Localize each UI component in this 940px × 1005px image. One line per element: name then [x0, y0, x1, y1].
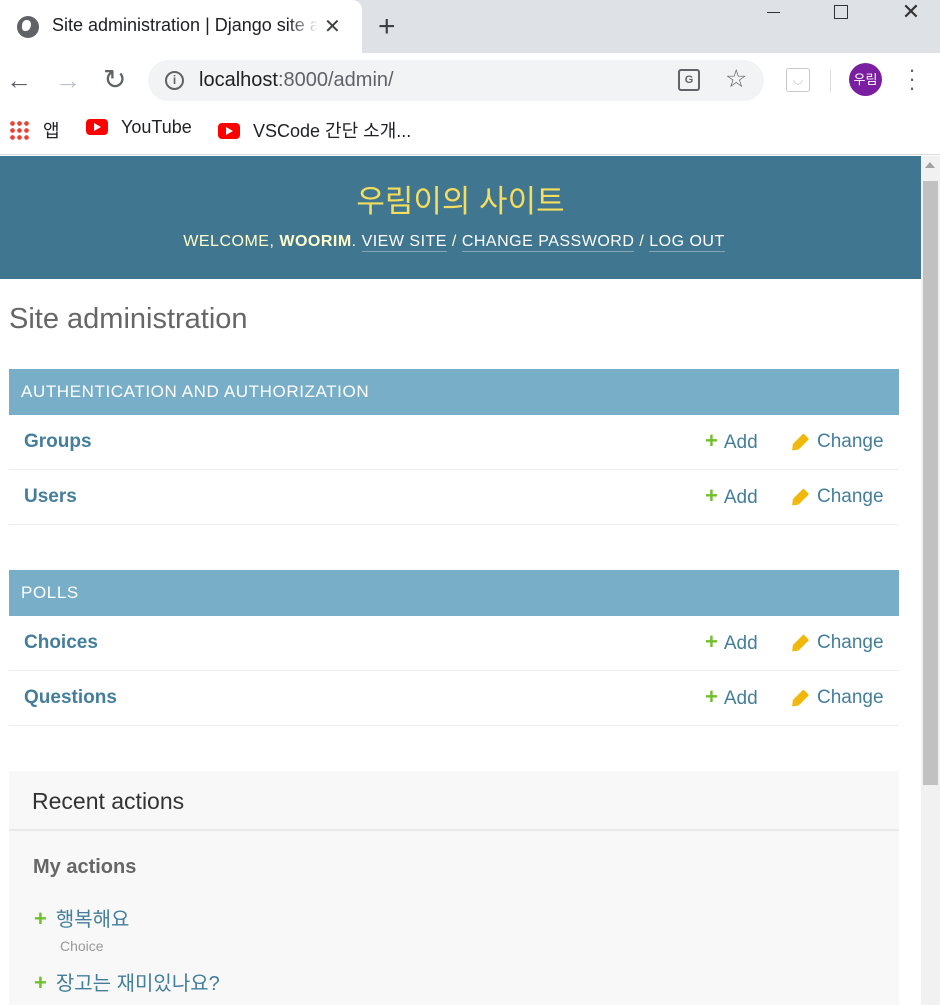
- pencil-icon: [792, 433, 810, 450]
- bookmarks-bar: 앱 YouTube VSCode 간단 소개...: [0, 105, 940, 155]
- apps-grid-icon: [9, 120, 29, 140]
- table-row: Users + Add Change: [9, 470, 899, 525]
- page-viewport: 우림이의 사이트 Welcome, woorim. View site / Ch…: [0, 156, 940, 1005]
- list-item: + 행복해요 Choice: [34, 903, 129, 955]
- browser-tab-strip: Site administration | Django site admin …: [0, 0, 940, 53]
- extension-icon[interactable]: ◡: [786, 68, 810, 92]
- scrollbar-thumb[interactable]: [923, 181, 938, 785]
- add-groups-link[interactable]: + Add: [705, 428, 758, 454]
- plus-icon: +: [705, 428, 718, 453]
- plus-icon: +: [34, 906, 47, 931]
- bookmark-star-icon[interactable]: ☆: [725, 64, 747, 94]
- back-arrow-icon[interactable]: ←: [6, 65, 32, 96]
- model-link-groups[interactable]: Groups: [24, 431, 92, 453]
- page-title: Site administration: [9, 303, 248, 335]
- site-name[interactable]: 우림이의 사이트: [0, 176, 921, 221]
- plus-icon: +: [705, 684, 718, 709]
- django-header: 우림이의 사이트 Welcome, woorim. View site / Ch…: [0, 156, 921, 279]
- profile-avatar[interactable]: 우림: [849, 63, 882, 96]
- browser-toolbar: ← → ↻ i localhost:8000/admin/ G ☆ ◡ 우림 ·…: [0, 53, 940, 105]
- my-actions-heading: My actions: [33, 856, 137, 878]
- bookmark-vscode[interactable]: VSCode 간단 소개...: [218, 117, 411, 143]
- user-tools: Welcome, woorim. View site / Change pass…: [183, 233, 725, 252]
- globe-icon: [17, 16, 39, 38]
- scroll-up-arrow-icon[interactable]: [925, 162, 935, 168]
- url-text[interactable]: localhost:8000/admin/: [199, 69, 394, 92]
- forward-arrow-icon[interactable]: →: [55, 65, 81, 96]
- recent-actions-title: Recent actions: [9, 771, 899, 831]
- bookmark-youtube[interactable]: YouTube: [86, 117, 192, 138]
- username: woorim: [279, 233, 352, 250]
- window-maximize-button[interactable]: [818, 0, 864, 28]
- module-caption[interactable]: Polls: [9, 570, 899, 616]
- table-row: Choices + Add Change: [9, 616, 899, 671]
- welcome-text: Welcome,: [183, 233, 275, 250]
- change-questions-link[interactable]: Change: [792, 687, 884, 709]
- add-choices-link[interactable]: + Add: [705, 629, 758, 655]
- reload-icon[interactable]: ↻: [103, 63, 126, 96]
- youtube-icon: [86, 119, 108, 135]
- add-users-link[interactable]: + Add: [705, 483, 758, 509]
- address-bar[interactable]: i localhost:8000/admin/ G ☆: [148, 60, 764, 101]
- tab-title: Site administration | Django site admin: [52, 15, 318, 36]
- log-out-link[interactable]: Log out: [649, 233, 725, 252]
- plus-icon: +: [705, 483, 718, 508]
- close-tab-icon[interactable]: ✕: [324, 14, 341, 39]
- change-users-link[interactable]: Change: [792, 486, 884, 508]
- add-questions-link[interactable]: + Add: [705, 684, 758, 710]
- model-link-questions[interactable]: Questions: [24, 687, 117, 709]
- polls-module: Polls Choices + Add Change Questions + Add…: [9, 570, 899, 726]
- recent-action-type: Choice: [60, 938, 104, 954]
- pencil-icon: [792, 634, 810, 651]
- list-item: +장고는 재미있나요? Question: [34, 967, 220, 1005]
- model-link-users[interactable]: Users: [24, 486, 77, 508]
- recent-action-link[interactable]: + 장고는 재미있나요?: [34, 967, 220, 996]
- model-link-choices[interactable]: Choices: [24, 632, 98, 654]
- more-menu-icon[interactable]: · · ·: [904, 59, 920, 99]
- module-caption[interactable]: Authentication and Authorization: [9, 369, 899, 415]
- info-icon[interactable]: i: [165, 71, 184, 90]
- plus-icon: +: [34, 970, 47, 995]
- pencil-icon: [792, 689, 810, 706]
- change-password-link[interactable]: Change password: [461, 233, 635, 252]
- toolbar-divider: [830, 70, 831, 92]
- recent-actions-panel: Recent actions My actions + 행복해요 Choice +…: [9, 771, 899, 1005]
- table-row: Groups + Add Change: [9, 415, 899, 470]
- plus-icon: +: [705, 629, 718, 654]
- vertical-scrollbar[interactable]: [921, 156, 940, 1005]
- change-choices-link[interactable]: Change: [792, 632, 884, 654]
- recent-action-link[interactable]: + 행복해요: [34, 903, 129, 932]
- window-close-button[interactable]: ✕: [888, 0, 934, 28]
- translate-icon[interactable]: G: [678, 69, 700, 91]
- new-tab-button[interactable]: +: [378, 10, 396, 44]
- table-row: Questions + Add Change: [9, 671, 899, 726]
- auth-module: Authentication and Authorization Groups …: [9, 369, 899, 525]
- change-groups-link[interactable]: Change: [792, 431, 884, 453]
- view-site-link[interactable]: View site: [361, 233, 447, 252]
- youtube-icon: [218, 123, 240, 139]
- browser-tab[interactable]: Site administration | Django site admin …: [0, 0, 362, 53]
- window-minimize-button[interactable]: [750, 0, 796, 28]
- bookmark-apps[interactable]: 앱: [9, 117, 60, 143]
- pencil-icon: [792, 488, 810, 505]
